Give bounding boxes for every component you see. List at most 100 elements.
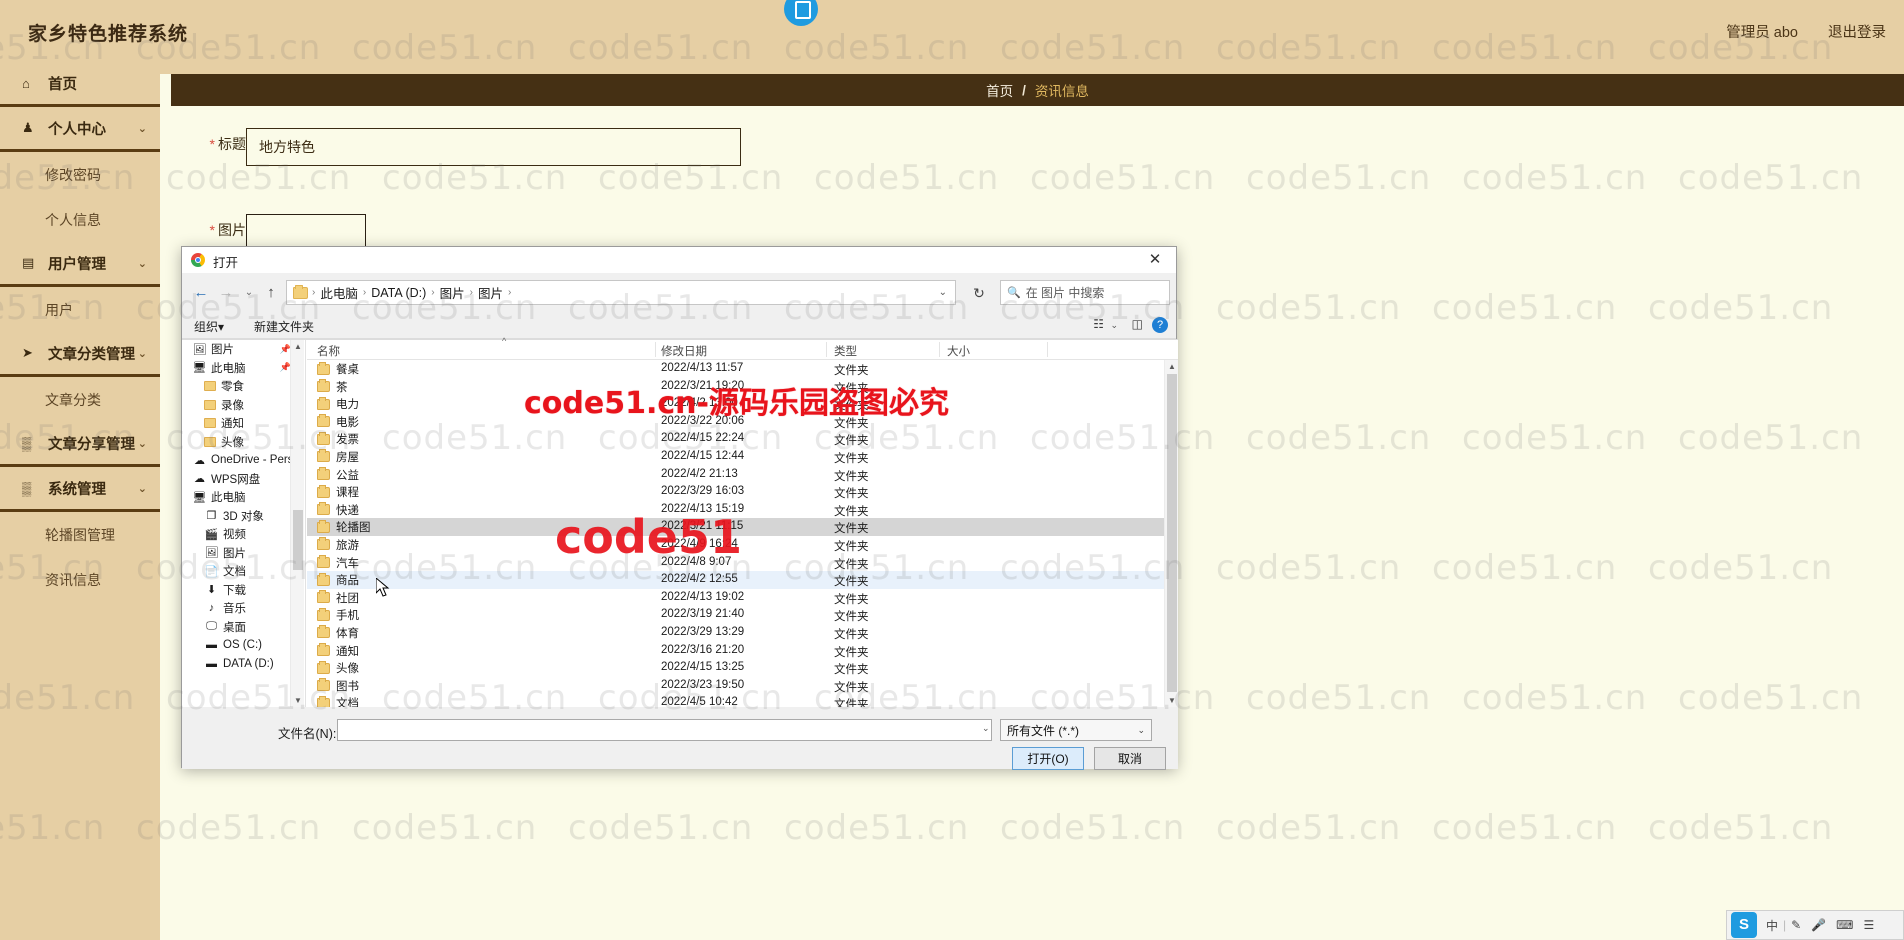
column-header-date[interactable]: 修改日期 bbox=[661, 343, 707, 359]
header-divider-3[interactable] bbox=[939, 342, 940, 357]
breadcrumb-home[interactable]: 首页 bbox=[986, 80, 1013, 100]
nav-pane-item-9[interactable]: ❐ 3D 对象 bbox=[182, 507, 305, 526]
organize-button[interactable]: 组织▾ bbox=[194, 318, 224, 335]
table-row[interactable]: 手机 2022/3/19 21:40 文件夹 bbox=[307, 606, 1164, 624]
file-scroll-up-icon[interactable]: ▲ bbox=[1165, 360, 1179, 374]
nav-scroll-up-icon[interactable]: ▲ bbox=[291, 340, 305, 354]
new-folder-button[interactable]: 新建文件夹 bbox=[254, 318, 314, 335]
sidebar-item-9[interactable]: ▒ 系统管理 ⌄ bbox=[0, 467, 160, 512]
table-row[interactable]: 图书 2022/3/23 19:50 文件夹 bbox=[307, 677, 1164, 695]
nav-scroll-thumb[interactable] bbox=[293, 510, 303, 570]
forward-icon[interactable]: → bbox=[215, 282, 237, 304]
ime-mic-icon[interactable]: 🎤 bbox=[1806, 918, 1831, 932]
filename-dropdown-icon[interactable]: ⌄ bbox=[982, 723, 990, 734]
nav-pane-item-2[interactable]: 零食 bbox=[182, 377, 305, 396]
ime-toolbar[interactable]: S 中 | ✎ 🎤 ⌨ ☰ bbox=[1726, 910, 1904, 940]
admin-name[interactable]: 管理员 abo bbox=[1726, 25, 1798, 41]
cancel-button[interactable]: 取消 bbox=[1094, 747, 1166, 770]
help-icon[interactable]: ? bbox=[1152, 317, 1168, 333]
view-caret-icon[interactable]: ⌄ bbox=[1110, 320, 1118, 331]
refresh-icon[interactable]: ↻ bbox=[968, 282, 990, 304]
sidebar-item-label: 用户管理 bbox=[48, 256, 106, 273]
search-box[interactable]: 🔍 在 图片 中搜索 bbox=[1000, 280, 1170, 305]
nav-pane-item-8[interactable]: 🖥 此电脑 bbox=[182, 488, 305, 507]
sidebar-item-5[interactable]: 用户 bbox=[0, 287, 160, 332]
header-divider-2[interactable] bbox=[826, 342, 827, 357]
table-row[interactable]: 发票 2022/4/15 22:24 文件夹 bbox=[307, 430, 1164, 448]
address-bar[interactable]: › 此电脑 › DATA (D:) › 图片 › 图片 › ⌄ bbox=[286, 280, 956, 305]
nav-pane-item-13[interactable]: ⬇ 下载 bbox=[182, 581, 305, 600]
ime-keyboard-icon[interactable]: ⌨ bbox=[1831, 918, 1858, 932]
sidebar-item-2[interactable]: 修改密码 bbox=[0, 152, 160, 197]
nav-pane-item-1[interactable]: 🖥 此电脑 📌 bbox=[182, 359, 305, 378]
ime-menu-icon[interactable]: ☰ bbox=[1858, 918, 1879, 932]
up-icon[interactable]: ↑ bbox=[260, 282, 282, 304]
nav-pane-item-11[interactable]: 🖼 图片 bbox=[182, 544, 305, 563]
header-divider-4[interactable] bbox=[1047, 342, 1048, 357]
nav-pane-item-4[interactable]: 通知 bbox=[182, 414, 305, 433]
sidebar-item-1[interactable]: ♟ 个人中心 ⌄ bbox=[0, 107, 160, 152]
table-row[interactable]: 房屋 2022/4/15 12:44 文件夹 bbox=[307, 448, 1164, 466]
back-icon[interactable]: ← bbox=[190, 282, 212, 304]
title-input[interactable] bbox=[246, 128, 741, 166]
nav-pane-item-15[interactable]: 🖵 桌面 bbox=[182, 618, 305, 637]
nav-pane-item-17[interactable]: ▬ DATA (D:) bbox=[182, 655, 305, 674]
table-row[interactable]: 头像 2022/4/15 13:25 文件夹 bbox=[307, 659, 1164, 677]
ime-mode[interactable]: 中 bbox=[1761, 917, 1783, 934]
table-row[interactable]: 商品 2022/4/2 12:55 文件夹 bbox=[307, 571, 1164, 589]
logout-button[interactable]: 退出登录 bbox=[1828, 25, 1886, 41]
table-row[interactable]: 公益 2022/4/2 21:13 文件夹 bbox=[307, 466, 1164, 484]
preview-pane-icon[interactable]: ◫ bbox=[1132, 317, 1143, 331]
nav-pane-item-14[interactable]: ♪ 音乐 bbox=[182, 599, 305, 618]
close-icon[interactable]: ✕ bbox=[1134, 247, 1176, 273]
table-row[interactable]: 社团 2022/4/13 19:02 文件夹 bbox=[307, 589, 1164, 607]
sidebar-item-8[interactable]: ▒ 文章分享管理 ⌄ bbox=[0, 422, 160, 467]
nav-pane-scrollbar[interactable]: ▲ ▼ bbox=[290, 340, 304, 708]
sidebar-item-3[interactable]: 个人信息 bbox=[0, 197, 160, 242]
nav-pane-item-0[interactable]: 🖼 图片 📌 bbox=[182, 340, 305, 359]
column-header-size[interactable]: 大小 bbox=[947, 343, 970, 359]
file-name-cell: 商品 bbox=[317, 572, 359, 588]
nav-pane-item-7[interactable]: ☁ WPS网盘 bbox=[182, 470, 305, 489]
table-row[interactable]: 课程 2022/3/29 16:03 文件夹 bbox=[307, 483, 1164, 501]
nav-pane-label: WPS网盘 bbox=[211, 473, 261, 486]
table-row[interactable]: 餐桌 2022/4/13 11:57 文件夹 bbox=[307, 360, 1164, 378]
file-name: 电力 bbox=[336, 399, 359, 412]
file-name-cell: 汽车 bbox=[317, 555, 359, 571]
path-crumb-0[interactable]: 此电脑 bbox=[316, 283, 362, 302]
nav-pane-item-12[interactable]: 📄 文档 bbox=[182, 562, 305, 581]
sidebar-item-10[interactable]: 轮播图管理 bbox=[0, 512, 160, 557]
sidebar-item-7[interactable]: 文章分类 bbox=[0, 377, 160, 422]
sidebar-item-0[interactable]: ⌂ 首页 bbox=[0, 62, 160, 107]
nav-pane-item-3[interactable]: 录像 bbox=[182, 396, 305, 415]
view-list-icon[interactable]: ☷ bbox=[1093, 317, 1104, 331]
filename-input[interactable] bbox=[337, 719, 992, 741]
sidebar-item-11[interactable]: 资讯信息 bbox=[0, 557, 160, 602]
open-button[interactable]: 打开(O) bbox=[1012, 747, 1084, 770]
file-scroll-down-icon[interactable]: ▼ bbox=[1165, 694, 1179, 708]
recent-locations-icon[interactable]: ⌄ bbox=[238, 282, 260, 304]
ime-pen-icon[interactable]: ✎ bbox=[1786, 918, 1806, 932]
nav-pane-item-16[interactable]: ▬ OS (C:) bbox=[182, 636, 305, 655]
filetype-select[interactable]: 所有文件 (*.*) ⌄ bbox=[1000, 719, 1152, 741]
address-dropdown-icon[interactable]: ⌄ bbox=[939, 287, 951, 298]
column-header-name[interactable]: 名称 bbox=[317, 343, 340, 359]
sidebar-item-6[interactable]: ➤ 文章分类管理 ⌄ bbox=[0, 332, 160, 377]
file-scroll-thumb[interactable] bbox=[1167, 374, 1177, 692]
header-divider-1[interactable] bbox=[655, 342, 656, 357]
path-crumb-1[interactable]: DATA (D:) bbox=[367, 286, 430, 300]
dialog-title: 打开 bbox=[213, 256, 239, 270]
nav-pane-item-10[interactable]: 🎬 视频 bbox=[182, 525, 305, 544]
nav-pane-item-6[interactable]: ☁ OneDrive - Perso bbox=[182, 451, 305, 470]
nav-scroll-down-icon[interactable]: ▼ bbox=[291, 694, 305, 708]
sidebar-item-4[interactable]: ▤ 用户管理 ⌄ bbox=[0, 242, 160, 287]
table-row[interactable]: 体育 2022/3/29 13:29 文件夹 bbox=[307, 624, 1164, 642]
column-header-type[interactable]: 类型 bbox=[834, 343, 857, 359]
file-list-scrollbar[interactable]: ▲ ▼ bbox=[1164, 360, 1178, 708]
nav-pane-item-5[interactable]: 头像 bbox=[182, 433, 305, 452]
table-row[interactable]: 通知 2022/3/16 21:20 文件夹 bbox=[307, 642, 1164, 660]
path-crumb-3[interactable]: 图片 bbox=[474, 283, 507, 302]
table-row[interactable]: 文档 2022/4/5 10:42 文件夹 bbox=[307, 694, 1164, 708]
path-crumb-2[interactable]: 图片 bbox=[436, 283, 469, 302]
grid-icon: ▒ bbox=[22, 480, 32, 496]
